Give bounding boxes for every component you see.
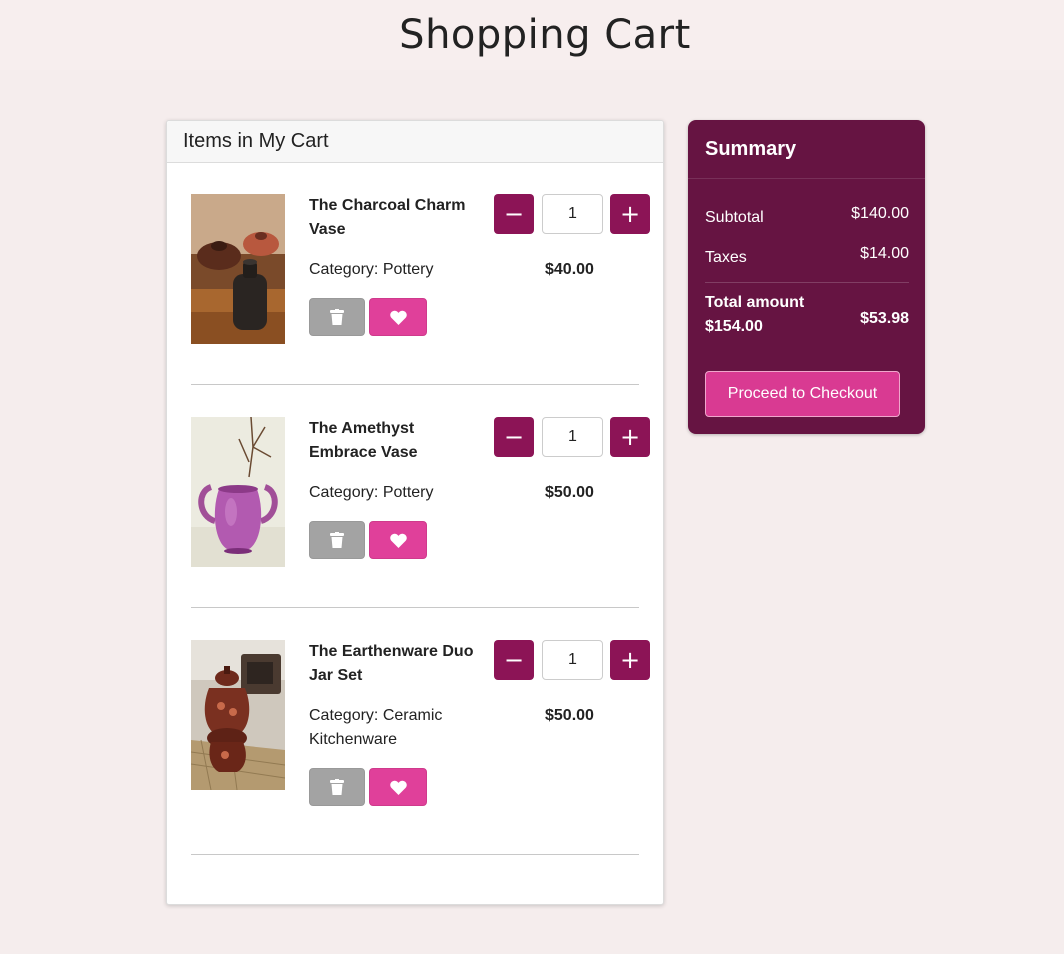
cart-item: The Charcoal Charm Vase Category: Potter… bbox=[191, 194, 651, 344]
increase-quantity-button[interactable]: + bbox=[610, 194, 650, 234]
item-divider bbox=[191, 607, 639, 608]
taxes-value: $14.00 bbox=[860, 245, 909, 262]
summary-divider bbox=[688, 178, 925, 179]
item-name: The Earthenware Duo Jar Set bbox=[309, 643, 474, 684]
decrease-quantity-button[interactable]: − bbox=[494, 417, 534, 457]
item-category: Category: Pottery bbox=[309, 484, 434, 501]
earthenware-jar-photo bbox=[191, 640, 285, 790]
heart-icon bbox=[389, 780, 407, 795]
item-divider bbox=[191, 854, 639, 855]
item-divider bbox=[191, 384, 639, 385]
trash-icon bbox=[330, 532, 344, 548]
remove-item-button[interactable] bbox=[309, 521, 365, 559]
heart-icon bbox=[389, 310, 407, 325]
summary-divider bbox=[705, 282, 909, 283]
page-header: Shopping Cart bbox=[0, 0, 1064, 70]
remove-item-button[interactable] bbox=[309, 768, 365, 806]
add-to-wishlist-button[interactable] bbox=[369, 298, 427, 336]
quantity-input[interactable] bbox=[542, 640, 603, 680]
cart-card: Items in My Cart The Charcoal Charm Vase… bbox=[166, 120, 664, 905]
taxes-label: Taxes bbox=[705, 249, 747, 266]
add-to-wishlist-button[interactable] bbox=[369, 521, 427, 559]
remove-item-button[interactable] bbox=[309, 298, 365, 336]
item-category: Category: Pottery bbox=[309, 261, 434, 278]
trash-icon bbox=[330, 309, 344, 325]
quantity-input[interactable] bbox=[542, 194, 603, 234]
charcoal-vase-photo bbox=[191, 194, 285, 344]
subtotal-label: Subtotal bbox=[705, 209, 764, 226]
subtotal-value: $140.00 bbox=[851, 205, 909, 222]
total-amount-value: $53.98 bbox=[860, 310, 909, 327]
item-name: The Charcoal Charm Vase bbox=[309, 197, 466, 238]
decrease-quantity-button[interactable]: − bbox=[494, 194, 534, 234]
amethyst-vase-photo bbox=[191, 417, 285, 567]
proceed-to-checkout-button[interactable]: Proceed to Checkout bbox=[705, 371, 900, 417]
heart-icon bbox=[389, 533, 407, 548]
item-price: $50.00 bbox=[545, 707, 594, 724]
trash-icon bbox=[330, 779, 344, 795]
increase-quantity-button[interactable]: + bbox=[610, 640, 650, 680]
item-category: Category: Ceramic Kitchenware bbox=[309, 707, 443, 748]
order-summary-card: Summary Subtotal $140.00 Taxes $14.00 To… bbox=[688, 120, 925, 434]
total-amount-label: Total amount $154.00 bbox=[705, 294, 805, 335]
cart-item: The Earthenware Duo Jar Set Category: Ce… bbox=[191, 640, 651, 810]
decrease-quantity-button[interactable]: − bbox=[494, 640, 534, 680]
quantity-input[interactable] bbox=[542, 417, 603, 457]
summary-title: Summary bbox=[705, 138, 797, 160]
page-title: Shopping Cart bbox=[399, 12, 691, 58]
cart-header: Items in My Cart bbox=[167, 121, 663, 163]
cart-item: The Amethyst Embrace Vase Category: Pott… bbox=[191, 417, 651, 567]
item-price: $50.00 bbox=[545, 484, 594, 501]
increase-quantity-button[interactable]: + bbox=[610, 417, 650, 457]
item-price: $40.00 bbox=[545, 261, 594, 278]
add-to-wishlist-button[interactable] bbox=[369, 768, 427, 806]
item-name: The Amethyst Embrace Vase bbox=[309, 420, 418, 461]
